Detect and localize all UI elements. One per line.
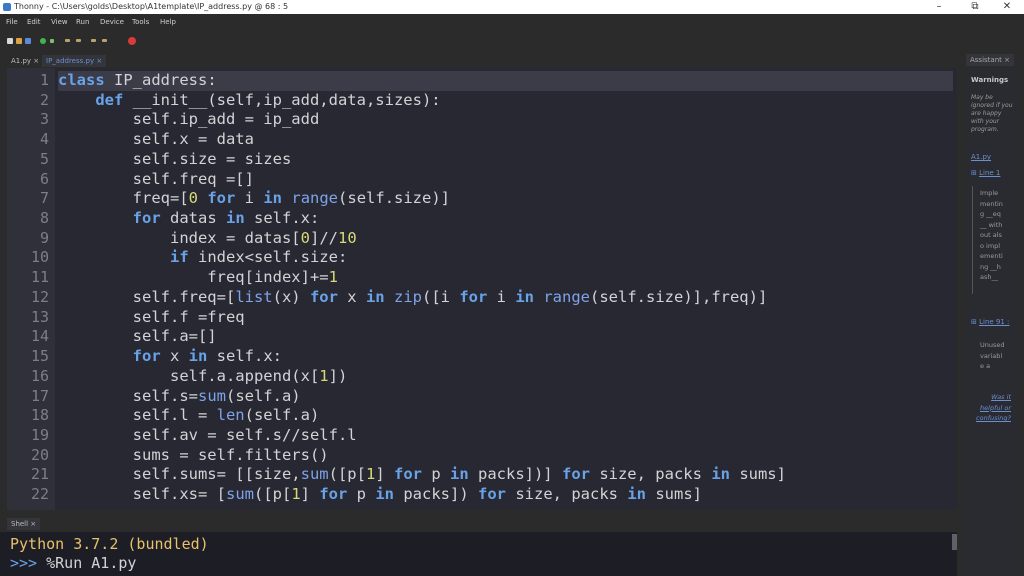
- code-editor[interactable]: 1 2 3 4 5 6 7 8 9 10 11 12 13 14 15 16 17 18 19 20 21 22 clas…: [7, 68, 957, 510]
- run-icon[interactable]: [40, 38, 46, 44]
- shell-command: %Run A1.py: [37, 554, 137, 572]
- assistant-line91-link[interactable]: ⊞ Line 91 :: [971, 317, 1017, 328]
- code-line[interactable]: for x in self.x:: [58, 347, 953, 367]
- assistant-line91-message: Unused variable a: [980, 341, 1005, 370]
- stop-icon[interactable]: [128, 37, 136, 45]
- line-number: 18: [30, 406, 49, 425]
- maximize-button[interactable]: ⧉: [958, 0, 992, 14]
- menu-run[interactable]: Run: [76, 18, 89, 26]
- code-line[interactable]: self.size = sizes: [58, 150, 953, 170]
- line-number: 8: [39, 209, 49, 228]
- code-line[interactable]: sums = self.filters(): [58, 446, 953, 466]
- code-line[interactable]: freq=[0 for i in range(self.size)]: [58, 189, 953, 209]
- resume-icon[interactable]: [102, 39, 107, 42]
- menu-help[interactable]: Help: [160, 18, 176, 26]
- menu-file[interactable]: File: [6, 18, 18, 26]
- code-line[interactable]: self.av = self.s//self.l: [58, 426, 953, 446]
- line-number: 17: [30, 386, 49, 405]
- line-number: 5: [39, 149, 49, 168]
- toolbar: [0, 30, 1024, 52]
- line-number: 21: [30, 465, 49, 484]
- line-number: 3: [39, 110, 49, 129]
- code-line[interactable]: self.l = len(self.a): [58, 406, 953, 426]
- line-number: 9: [39, 228, 49, 247]
- shell-prompt: >>>: [10, 554, 38, 572]
- assistant-panel: Warnings May be ignored if you are happy…: [966, 68, 1018, 576]
- line-number: 13: [30, 307, 49, 326]
- step-out-icon[interactable]: [91, 39, 96, 42]
- code-line[interactable]: index = datas[0]//10: [58, 229, 953, 249]
- line-number: 2: [39, 90, 49, 109]
- tab-a1-py[interactable]: A1.py ×: [7, 55, 43, 67]
- code-line[interactable]: freq[index]+=1: [58, 268, 953, 288]
- assistant-line1-message: Implementing __eq__ without also impleme…: [980, 189, 1003, 281]
- assistant-feedback-link[interactable]: Was it helpful or confusing?: [971, 392, 1011, 424]
- code-line[interactable]: self.s=sum(self.a): [58, 387, 953, 407]
- line-number: 6: [39, 169, 49, 188]
- line-number: 4: [39, 130, 49, 149]
- line-number: 12: [30, 287, 49, 306]
- shell-banner: Python 3.7.2 (bundled): [10, 535, 209, 553]
- line-number: 16: [30, 366, 49, 385]
- assistant-line1-link[interactable]: ⊞ Line 1: [971, 168, 1000, 179]
- step-over-icon[interactable]: [65, 39, 70, 42]
- save-file-icon[interactable]: [25, 38, 31, 44]
- menu-view[interactable]: View: [51, 18, 68, 26]
- line-number: 14: [30, 327, 49, 346]
- window-title: Thonny - C:\Users\golds\Desktop\A1templa…: [14, 2, 289, 11]
- code-line[interactable]: self.x = data: [58, 130, 953, 150]
- menu-edit[interactable]: Edit: [27, 18, 41, 26]
- line1-divider: [972, 186, 973, 294]
- editor-tab-bar: A1.py × IP_address.py ×: [0, 52, 962, 68]
- shell-tab-bar: Shell ×: [0, 515, 962, 531]
- line-number: 1: [39, 71, 49, 89]
- assistant-note: May be ignored if you are happy with you…: [971, 94, 1013, 133]
- close-button[interactable]: ✕: [990, 0, 1024, 14]
- shell-scrollbar[interactable]: [952, 534, 957, 550]
- new-file-icon[interactable]: [7, 38, 13, 44]
- open-file-icon[interactable]: [16, 38, 22, 44]
- line-number: 22: [30, 485, 49, 504]
- line-number: 7: [39, 189, 49, 208]
- thonny-app-icon: [3, 3, 11, 11]
- line-number: 19: [30, 425, 49, 444]
- assistant-heading: Warnings: [971, 76, 1009, 84]
- code-line[interactable]: self.freq=[list(x) for x in zip([i for i…: [58, 288, 953, 308]
- code-area[interactable]: class IP_address: def __init__(self,ip_a…: [58, 71, 953, 505]
- menu-device[interactable]: Device: [100, 18, 124, 26]
- code-line[interactable]: class IP_address:: [58, 71, 953, 91]
- debug-icon[interactable]: [50, 39, 54, 43]
- tab-assistant[interactable]: Assistant ×: [966, 54, 1014, 66]
- shell-panel[interactable]: Python 3.7.2 (bundled) >>> %Run A1.py: [0, 532, 957, 576]
- line-number: 11: [30, 268, 49, 287]
- title-bar: Thonny - C:\Users\golds\Desktop\A1templa…: [0, 0, 1024, 14]
- code-line[interactable]: def __init__(self,ip_add,data,sizes):: [58, 91, 953, 111]
- code-line[interactable]: self.a=[]: [58, 327, 953, 347]
- code-line[interactable]: self.freq =[]: [58, 170, 953, 190]
- line-number: 10: [30, 248, 49, 267]
- line-number: 15: [30, 347, 49, 366]
- menu-tools[interactable]: Tools: [132, 18, 149, 26]
- tab-shell[interactable]: Shell ×: [7, 518, 41, 530]
- code-line[interactable]: self.f =freq: [58, 308, 953, 328]
- shell-command-line[interactable]: >>> %Run A1.py: [10, 554, 136, 572]
- line-number: 20: [30, 445, 49, 464]
- menu-bar: File Edit View Run Device Tools Help: [0, 14, 1024, 30]
- tab-ip-address-py[interactable]: IP_address.py ×: [42, 55, 107, 67]
- code-line[interactable]: self.sums= [[size,sum([p[1] for p in pac…: [58, 465, 953, 485]
- code-line[interactable]: self.xs= [sum([p[1] for p in packs]) for…: [58, 485, 953, 505]
- assistant-file-link[interactable]: A1.py: [971, 152, 991, 163]
- code-line[interactable]: for datas in self.x:: [58, 209, 953, 229]
- editor-scrollbar[interactable]: [957, 68, 962, 510]
- code-line[interactable]: self.a.append(x[1]): [58, 367, 953, 387]
- code-line[interactable]: self.ip_add = ip_add: [58, 110, 953, 130]
- code-line[interactable]: if index<self.size:: [58, 248, 953, 268]
- step-into-icon[interactable]: [76, 39, 81, 42]
- line-number-gutter: 1 2 3 4 5 6 7 8 9 10 11 12 13 14 15 16 17 18 19 20 21 22: [7, 68, 55, 510]
- minimize-button[interactable]: –: [922, 0, 956, 14]
